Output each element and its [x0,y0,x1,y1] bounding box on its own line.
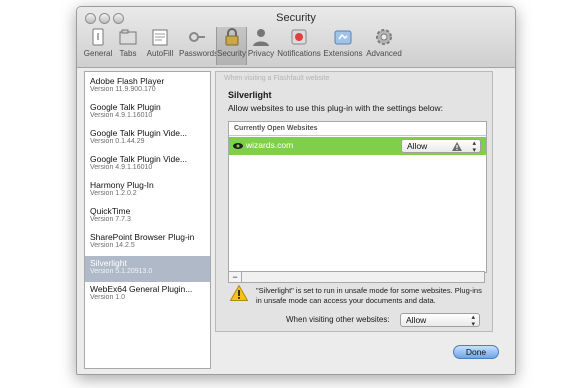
plugin-name: Harmony Plug-In [90,180,154,190]
window-title: Security [276,12,316,24]
title-bar: Security General Tabs AutoFill Passwords… [77,7,515,68]
tabs-icon [119,29,137,45]
chevron-updown-icon: ▴ ▾ [471,314,475,328]
plugin-item[interactable]: Google Talk Plugin Vide... Version 0.1.4… [85,126,210,152]
plugin-version: Version 0.1.44.29 [90,138,145,145]
extensions-icon [334,30,352,45]
table-row[interactable]: wizards.com Allow ▴ ▾ [229,137,486,155]
remove-website-button[interactable]: − [228,271,242,283]
toolbar-label: Extensions [323,49,363,58]
toolbar-label: Notifications [277,49,321,58]
website-setting-popup[interactable]: Allow ▴ ▾ [401,139,481,154]
plugin-item[interactable]: Harmony Plug-In Version 1.2.0.2 [85,178,210,204]
plugin-list[interactable]: Adobe Flash Player Version 11.9.900.170 … [84,71,211,369]
toolbar-label: AutoFill [146,49,174,58]
security-lock-icon [225,28,238,46]
plugin-item[interactable]: Google Talk Plugin Vide... Version 4.9.1… [85,152,210,178]
plugin-name: Google Talk Plugin Vide... [90,154,188,164]
passwords-icon [189,32,205,42]
eye-icon [233,143,243,149]
done-button[interactable]: Done [453,345,499,359]
unsafe-mode-warning: "Silverlight" is set to run in unsafe mo… [256,286,482,305]
toolbar-notifications[interactable]: Notifications [277,27,321,65]
other-websites-popup[interactable]: Allow ▴ ▾ [400,313,480,328]
toolbar-autofill[interactable]: AutoFill [143,27,177,65]
plugin-name: Silverlight [90,258,127,268]
plugin-version: Version 11.9.900.170 [90,86,156,93]
general-icon [92,28,104,46]
toolbar-tabs[interactable]: Tabs [115,27,141,65]
warning-small-icon [452,142,462,151]
plugin-version: Version 1.2.0.2 [90,190,137,197]
privacy-icon [253,29,269,46]
plugin-version: Version 4.9.1.16010 [90,164,153,171]
panel-title: Silverlight [228,90,272,100]
toolbar-passwords[interactable]: Passwords [179,27,219,65]
plugin-version: Version 5.1.20913.0 [90,268,153,275]
toolbar-label: Security [217,49,246,58]
advanced-gear-icon [376,29,392,45]
plugin-name: SharePoint Browser Plug-in [90,232,195,242]
ghost-text: When visiting a Flashfault website [224,75,330,82]
plugin-version: Version 4.9.1.16010 [90,112,153,119]
plugin-item[interactable]: SharePoint Browser Plug-in Version 14.2.… [85,230,210,256]
panel-description: Allow websites to use this plug-in with … [228,103,443,113]
toolbar-privacy[interactable]: Privacy [247,27,275,65]
autofill-icon [152,29,168,46]
plugin-item[interactable]: Adobe Flash Player Version 11.9.900.170 [85,74,210,100]
toolbar-extensions[interactable]: Extensions [323,27,363,65]
toolbar-label: Passwords [179,49,219,58]
other-websites-label: When visiting other websites: [286,315,390,324]
plugin-version: Version 7.7.3 [90,216,131,223]
warning-icon [230,285,248,301]
setting-value: Allow [407,141,428,151]
preferences-window: Security General Tabs AutoFill Passwords… [76,6,516,375]
table-footer-bar [242,271,485,283]
plugin-item[interactable]: Google Talk Plugin Version 4.9.1.16010 [85,100,210,126]
website-name: wizards.com [246,140,294,150]
plugin-name: QuickTime [90,206,131,216]
open-websites-table[interactable]: Currently Open Websites wizards.com Allo… [228,121,487,273]
table-header: Currently Open Websites [229,122,486,136]
plugin-item[interactable]: QuickTime Version 7.7.3 [85,204,210,230]
plugin-name: WebEx64 General Plugin... [90,284,193,294]
chevron-updown-icon: ▴ ▾ [472,140,476,154]
setting-value: Allow [406,315,427,325]
plugin-name: Adobe Flash Player [90,76,165,86]
plugin-version: Version 1.0 [90,294,126,301]
plugin-settings-panel: When visiting a Flashfault website Silve… [215,71,493,332]
toolbar-label: General [83,49,113,58]
plugin-version: Version 14.2.5 [90,242,135,249]
toolbar-label: Privacy [247,49,275,58]
toolbar-general[interactable]: General [83,27,113,65]
toolbar-advanced[interactable]: Advanced [365,27,403,65]
toolbar-label: Advanced [366,49,402,58]
toolbar-label: Tabs [119,49,137,58]
notifications-icon [291,29,307,45]
plugin-name: Google Talk Plugin Vide... [90,128,188,138]
plugin-item-selected[interactable]: Silverlight Version 5.1.20913.0 [85,256,210,282]
plugin-name: Google Talk Plugin [90,102,161,112]
toolbar-security[interactable]: Security [216,27,247,65]
plugin-item[interactable]: WebEx64 General Plugin... Version 1.0 [85,282,210,308]
